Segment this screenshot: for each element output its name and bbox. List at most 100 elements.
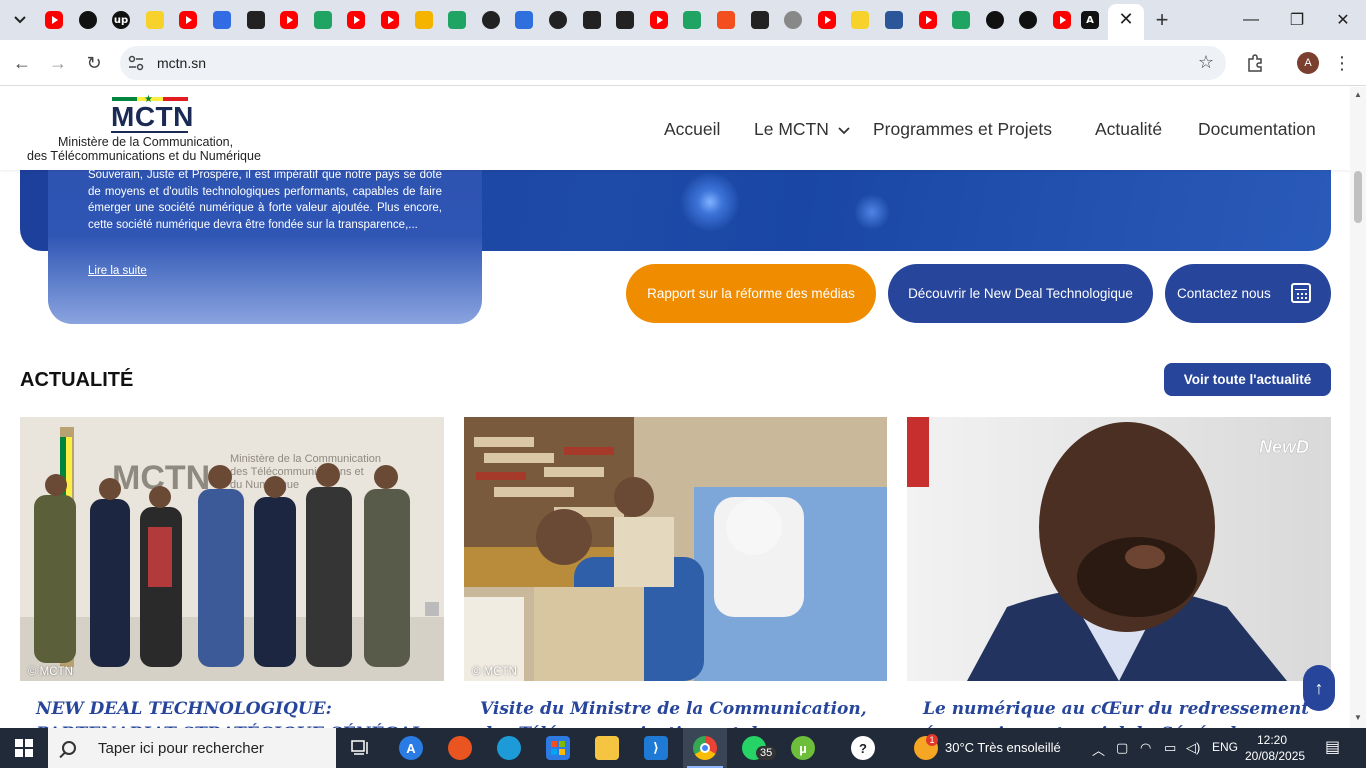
weather-text[interactable]: 30°C Très ensoleillé: [945, 740, 1061, 755]
grid-icon[interactable]: [751, 11, 769, 29]
profile-avatar[interactable]: A: [1297, 52, 1319, 74]
triangle-icon[interactable]: [986, 11, 1004, 29]
back-button[interactable]: ←: [8, 49, 36, 77]
nav-accueil[interactable]: Accueil: [664, 119, 720, 140]
youtube-icon[interactable]: [1053, 11, 1071, 29]
edge-icon[interactable]: [497, 736, 521, 760]
forward-button[interactable]: →: [44, 49, 72, 77]
close-window-button[interactable]: ✕: [1320, 4, 1366, 36]
news-section-title: ACTUALITÉ: [20, 369, 134, 391]
chrome-icon[interactable]: [693, 736, 717, 760]
language-indicator[interactable]: ENG: [1212, 740, 1238, 754]
wifi-icon[interactable]: ◠: [1140, 740, 1151, 756]
browser-toolbar: ← → ↻ mctn.sn ☆ A ⋮: [0, 40, 1366, 86]
news-image-portrait[interactable]: NewD: [907, 417, 1331, 681]
malt-icon[interactable]: [146, 11, 164, 29]
gray-circle-icon[interactable]: [784, 11, 802, 29]
new-tab-button[interactable]: +: [1150, 7, 1174, 32]
minimize-button[interactable]: —: [1228, 4, 1274, 36]
fiverr-icon[interactable]: [616, 11, 634, 29]
scroll-down-arrow-icon[interactable]: ▼: [1354, 713, 1362, 722]
youtube-icon[interactable]: [347, 11, 365, 29]
news-card-title[interactable]: Visite du Ministre de la Communication, …: [480, 697, 874, 728]
news-card[interactable]: MCTN Ministère de la Communication des T…: [20, 417, 444, 728]
app-store-icon[interactable]: A: [399, 736, 423, 760]
contact-button[interactable]: Contactez nous: [1165, 264, 1331, 323]
scrollbar-thumb[interactable]: [1354, 171, 1362, 223]
nav-le-mctn[interactable]: Le MCTN: [754, 119, 850, 140]
malt-icon[interactable]: [851, 11, 869, 29]
figma-icon[interactable]: [717, 11, 735, 29]
youtube-icon[interactable]: [45, 11, 63, 29]
youtube-icon[interactable]: [179, 11, 197, 29]
ubuntu-icon[interactable]: [448, 736, 472, 760]
reload-button[interactable]: ↻: [80, 49, 108, 77]
kubernetes-icon[interactable]: [213, 11, 231, 29]
start-button[interactable]: [0, 728, 48, 768]
nav-actualite[interactable]: Actualité: [1095, 119, 1162, 140]
browser-menu-icon[interactable]: ⋮: [1333, 52, 1351, 74]
close-tab-icon[interactable]: ✕: [1116, 9, 1136, 29]
see-all-news-button[interactable]: Voir toute l'actualité: [1164, 363, 1331, 396]
notion-icon[interactable]: [583, 11, 601, 29]
sheets-icon[interactable]: [448, 11, 466, 29]
tab-search-chevron-icon[interactable]: [8, 8, 32, 32]
clock-date: 20/08/2025: [1245, 749, 1306, 763]
battery-icon[interactable]: ▭: [1164, 740, 1176, 756]
openai-icon[interactable]: [79, 11, 97, 29]
news-image-visit[interactable]: © MCTN: [464, 417, 888, 681]
browser-tab-strip: up A ✕ + — ❐ ✕: [0, 0, 1366, 40]
news-image-group-photo[interactable]: MCTN Ministère de la Communication des T…: [20, 417, 444, 681]
clock[interactable]: 12:20 20/08/2025: [1245, 732, 1306, 764]
news-card[interactable]: © MCTN Visite du Ministre de la Communic…: [464, 417, 888, 728]
tray-overflow-chevron-icon[interactable]: ︿: [1092, 740, 1105, 759]
extensions-puzzle-icon[interactable]: [1242, 50, 1268, 76]
nav-documentation[interactable]: Documentation: [1198, 119, 1316, 140]
youtube-icon[interactable]: [650, 11, 668, 29]
upwork-icon[interactable]: up: [112, 11, 130, 29]
task-view-icon[interactable]: [349, 736, 373, 760]
leaf-icon[interactable]: [952, 11, 970, 29]
taskbar-search[interactable]: Taper ici pour rechercher: [48, 728, 336, 768]
news-card-title[interactable]: Le numérique au cŒur du redressement éco…: [923, 697, 1317, 728]
url-text[interactable]: mctn.sn: [157, 55, 206, 71]
report-button[interactable]: Rapport sur la réforme des médias: [626, 264, 876, 323]
word-icon[interactable]: [885, 11, 903, 29]
scroll-up-arrow-icon[interactable]: ▲: [1354, 90, 1362, 99]
site-logo[interactable]: MCTN: [111, 101, 194, 133]
vscode-icon[interactable]: ⟩: [644, 736, 668, 760]
youtube-icon[interactable]: [818, 11, 836, 29]
bookmark-star-icon[interactable]: ☆: [1198, 52, 1214, 73]
new-deal-button[interactable]: Découvrir le New Deal Technologique: [888, 264, 1153, 323]
utorrent-icon[interactable]: µ: [791, 736, 815, 760]
page-scrollbar[interactable]: ▲ ▼: [1350, 87, 1366, 728]
svg-text:Ministère de la Communication: Ministère de la Communication: [230, 453, 381, 465]
agent-icon[interactable]: [247, 11, 265, 29]
restore-button[interactable]: ❐: [1274, 4, 1320, 36]
volume-icon[interactable]: ◁): [1186, 740, 1200, 756]
scroll-to-top-button[interactable]: ↑: [1303, 665, 1335, 711]
site-info-icon[interactable]: [128, 55, 144, 71]
github-icon[interactable]: [482, 11, 500, 29]
youtube-icon[interactable]: [919, 11, 937, 29]
diamond-icon[interactable]: [683, 11, 701, 29]
news-card-title[interactable]: NEW DEAL TECHNOLOGIQUE: PARTENARIAT STRA…: [36, 697, 430, 728]
address-bar[interactable]: mctn.sn ☆: [120, 46, 1226, 80]
youtube-icon[interactable]: [280, 11, 298, 29]
file-explorer-icon[interactable]: [595, 736, 619, 760]
drive-icon[interactable]: [415, 11, 433, 29]
sheets-icon[interactable]: [314, 11, 332, 29]
meet-now-icon[interactable]: ▢: [1116, 740, 1128, 756]
triangle-icon[interactable]: [1019, 11, 1037, 29]
nav-le-mctn-label: Le MCTN: [754, 119, 829, 139]
cursor-icon[interactable]: [515, 11, 533, 29]
calendar-icon: [1291, 283, 1311, 303]
news-card[interactable]: NewD Le numérique au cŒur du redressemen…: [907, 417, 1331, 728]
microsoft-store-icon[interactable]: [546, 736, 570, 760]
notifications-icon[interactable]: ▤: [1325, 737, 1340, 757]
github-icon[interactable]: [549, 11, 567, 29]
youtube-icon[interactable]: [381, 11, 399, 29]
help-icon[interactable]: ?: [851, 736, 875, 760]
nav-programmes[interactable]: Programmes et Projets: [873, 119, 1052, 140]
read-more-link[interactable]: Lire la suite: [88, 265, 147, 277]
